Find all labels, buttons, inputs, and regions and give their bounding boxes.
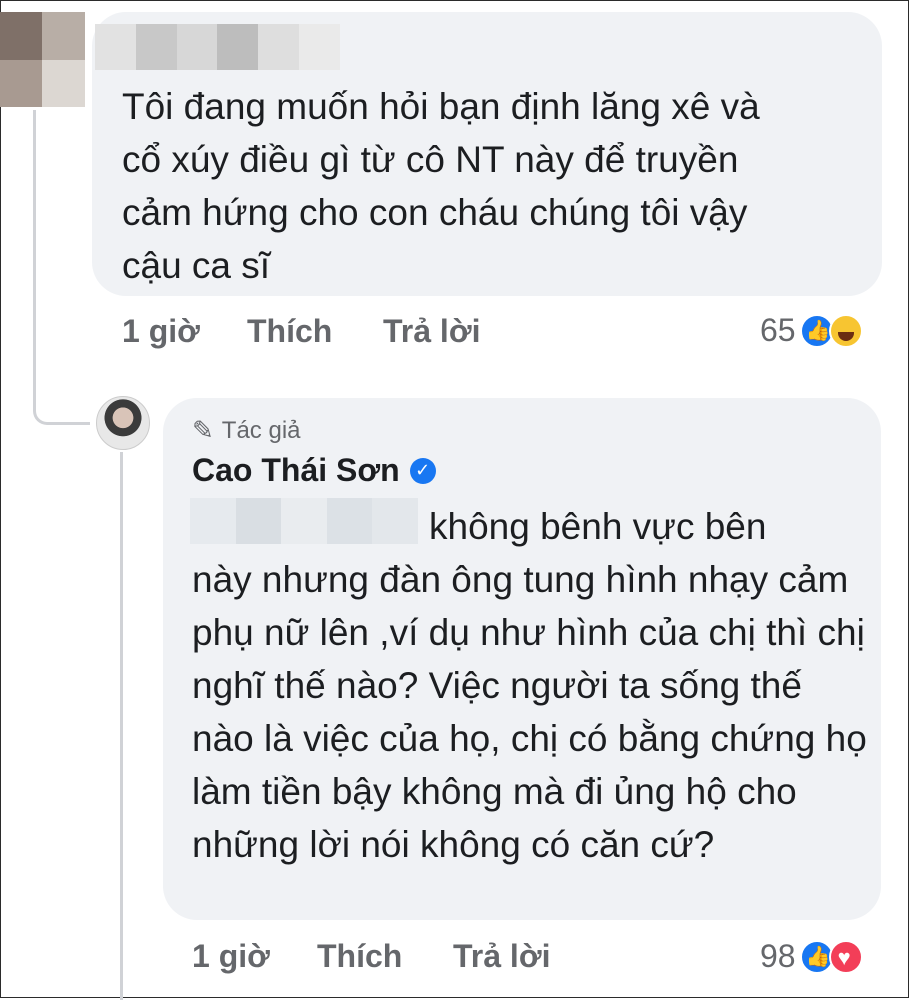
reply-like-button[interactable]: Thích [317,938,402,975]
comment-reactions[interactable]: 65 [760,312,863,349]
reply-text-body: này nhưng đàn ông tung hình nhạy cảm phụ… [192,559,867,865]
commenter-name-blurred[interactable] [95,24,340,70]
reply-reply-button[interactable]: Trả lời [453,938,550,975]
love-icon [828,939,863,974]
comment-text: Tôi đang muốn hỏi bạn định lăng xê và cổ… [122,86,760,286]
comment-reply-button[interactable]: Trả lời [383,313,480,350]
comment-time[interactable]: 1 giờ [122,313,200,350]
verified-badge-icon: ✓ [409,457,436,484]
thread-line-reply [120,452,123,1000]
reply-text-first-line: không bênh vực bên [429,506,767,547]
reply-time[interactable]: 1 giờ [192,938,270,975]
author-badge: ✎ Tác giả [192,415,301,446]
comment-reaction-count: 65 [760,312,796,348]
reply-reactions[interactable]: 98 [760,938,863,975]
commenter-avatar[interactable] [0,12,85,107]
haha-icon [828,313,863,348]
author-badge-label: Tác giả [221,416,301,444]
pencil-icon: ✎ [192,415,214,445]
author-avatar[interactable] [96,396,150,450]
reply-reaction-count: 98 [760,938,796,974]
reply-text: không bênh vực bên này nhưng đàn ông tun… [192,500,872,871]
author-name[interactable]: Cao Thái Sơn ✓ [192,452,436,489]
comment-like-button[interactable]: Thích [247,313,332,350]
author-name-text[interactable]: Cao Thái Sơn [192,452,400,489]
thread-connector [33,110,90,425]
